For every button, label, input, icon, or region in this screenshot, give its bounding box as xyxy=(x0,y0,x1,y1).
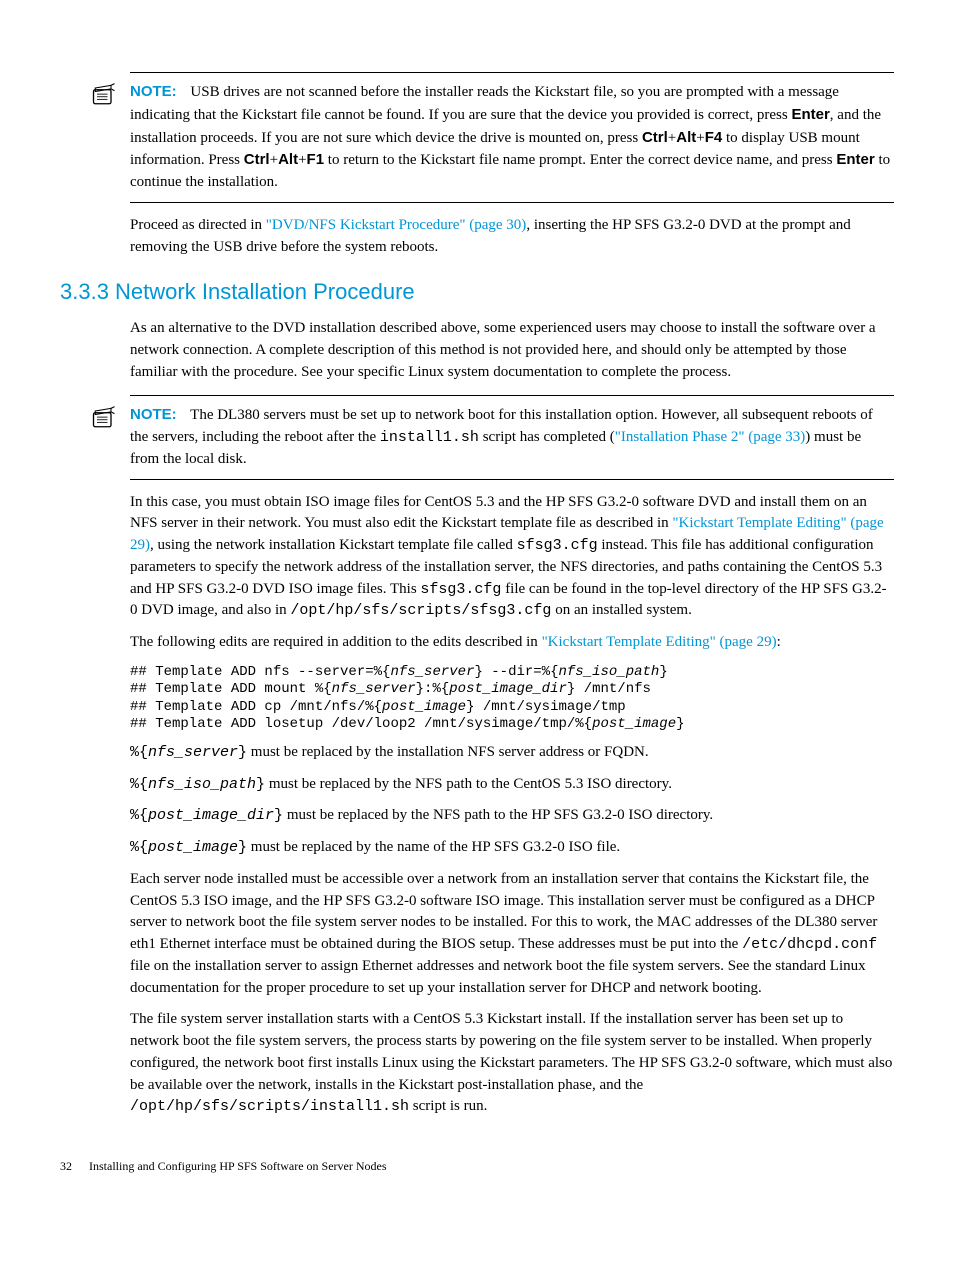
plus: + xyxy=(668,130,676,146)
key-ctrl: Ctrl xyxy=(642,129,668,146)
replace-post-image: %{post_image} must be replaced by the na… xyxy=(130,837,894,859)
code: %{ xyxy=(130,807,148,824)
key-enter: Enter xyxy=(791,106,829,123)
note-text: to return to the Kickstart file name pro… xyxy=(324,152,836,168)
key-alt: Alt xyxy=(676,129,696,146)
link-kickstart-template-editing[interactable]: "Kickstart Template Editing" (page 29) xyxy=(542,634,777,650)
note-text: USB drives are not scanned before the in… xyxy=(130,84,839,123)
note-block-dl380: NOTE: The DL380 servers must be set up t… xyxy=(130,395,894,479)
link-dvd-nfs-kickstart[interactable]: "DVD/NFS Kickstart Procedure" (page 30) xyxy=(266,217,527,233)
code: } xyxy=(238,744,247,761)
replace-post-image-dir: %{post_image_dir} must be replaced by th… xyxy=(130,805,894,827)
text: must be replaced by the installation NFS… xyxy=(247,744,649,760)
replace-nfs-server: %{nfs_server} must be replaced by the in… xyxy=(130,742,894,764)
text: on an installed system. xyxy=(551,602,691,618)
note-label: NOTE: xyxy=(130,406,177,423)
code-sfsg3: sfsg3.cfg xyxy=(420,581,501,598)
code-install1: install1.sh xyxy=(380,429,479,446)
code: %{ xyxy=(130,744,148,761)
code-var: post_image xyxy=(148,839,238,856)
code-var: nfs_iso_path xyxy=(148,776,256,793)
note-label: NOTE: xyxy=(130,83,177,100)
key-enter: Enter xyxy=(836,151,874,168)
note-content: NOTE: USB drives are not scanned before … xyxy=(130,81,894,194)
code: } xyxy=(256,776,265,793)
paragraph-server-node: Each server node installed must be acces… xyxy=(130,869,894,1000)
text: The file system server installation star… xyxy=(130,1011,892,1092)
plus: + xyxy=(298,152,306,168)
plus: + xyxy=(270,152,278,168)
code: %{ xyxy=(130,776,148,793)
text: file on the installation server to assig… xyxy=(130,958,866,996)
code: %{ xyxy=(130,839,148,856)
paragraph-proceed: Proceed as directed in "DVD/NFS Kickstar… xyxy=(130,215,894,259)
page-footer: 32 Installing and Configuring HP SFS Sof… xyxy=(60,1158,894,1175)
code-block-template: ## Template ADD nfs --server=%{nfs_serve… xyxy=(130,664,894,734)
note-icon xyxy=(90,81,118,117)
note-content: NOTE: The DL380 servers must be set up t… xyxy=(130,404,894,470)
text: must be replaced by the NFS path to the … xyxy=(283,807,713,823)
text: Proceed as directed in xyxy=(130,217,266,233)
code-dhcpd: /etc/dhcpd.conf xyxy=(742,936,877,953)
code-var: post_image_dir xyxy=(148,807,274,824)
link-install-phase2[interactable]: "Installation Phase 2" (page 33) xyxy=(615,429,806,445)
key-f4: F4 xyxy=(705,129,723,146)
text: must be replaced by the name of the HP S… xyxy=(247,839,620,855)
key-alt: Alt xyxy=(278,151,298,168)
paragraph-alternative: As an alternative to the DVD installatio… xyxy=(130,318,894,383)
note-block-usb: NOTE: USB drives are not scanned before … xyxy=(130,72,894,203)
key-f1: F1 xyxy=(307,151,325,168)
paragraph-fs-install: The file system server installation star… xyxy=(130,1009,894,1118)
paragraph-iso: In this case, you must obtain ISO image … xyxy=(130,492,894,623)
code: } xyxy=(238,839,247,856)
code-install1-path: /opt/hp/sfs/scripts/install1.sh xyxy=(130,1098,409,1115)
plus: + xyxy=(696,130,704,146)
text: , using the network installation Kicksta… xyxy=(150,537,517,553)
note-icon xyxy=(90,404,118,440)
replace-nfs-iso-path: %{nfs_iso_path} must be replaced by the … xyxy=(130,774,894,796)
paragraph-edits: The following edits are required in addi… xyxy=(130,632,894,654)
code-var: nfs_server xyxy=(148,744,238,761)
text: The following edits are required in addi… xyxy=(130,634,542,650)
code-sfsg3: sfsg3.cfg xyxy=(517,537,598,554)
key-ctrl: Ctrl xyxy=(244,151,270,168)
code-path: /opt/hp/sfs/scripts/sfsg3.cfg xyxy=(290,602,551,619)
text: : xyxy=(777,634,781,650)
note-text: script has completed ( xyxy=(479,429,615,445)
heading-network-install: 3.3.3 Network Installation Procedure xyxy=(60,276,894,308)
text: must be replaced by the NFS path to the … xyxy=(265,776,672,792)
footer-title: Installing and Configuring HP SFS Softwa… xyxy=(89,1159,387,1173)
page-number: 32 xyxy=(60,1158,72,1175)
text: script is run. xyxy=(409,1098,487,1114)
code: } xyxy=(274,807,283,824)
